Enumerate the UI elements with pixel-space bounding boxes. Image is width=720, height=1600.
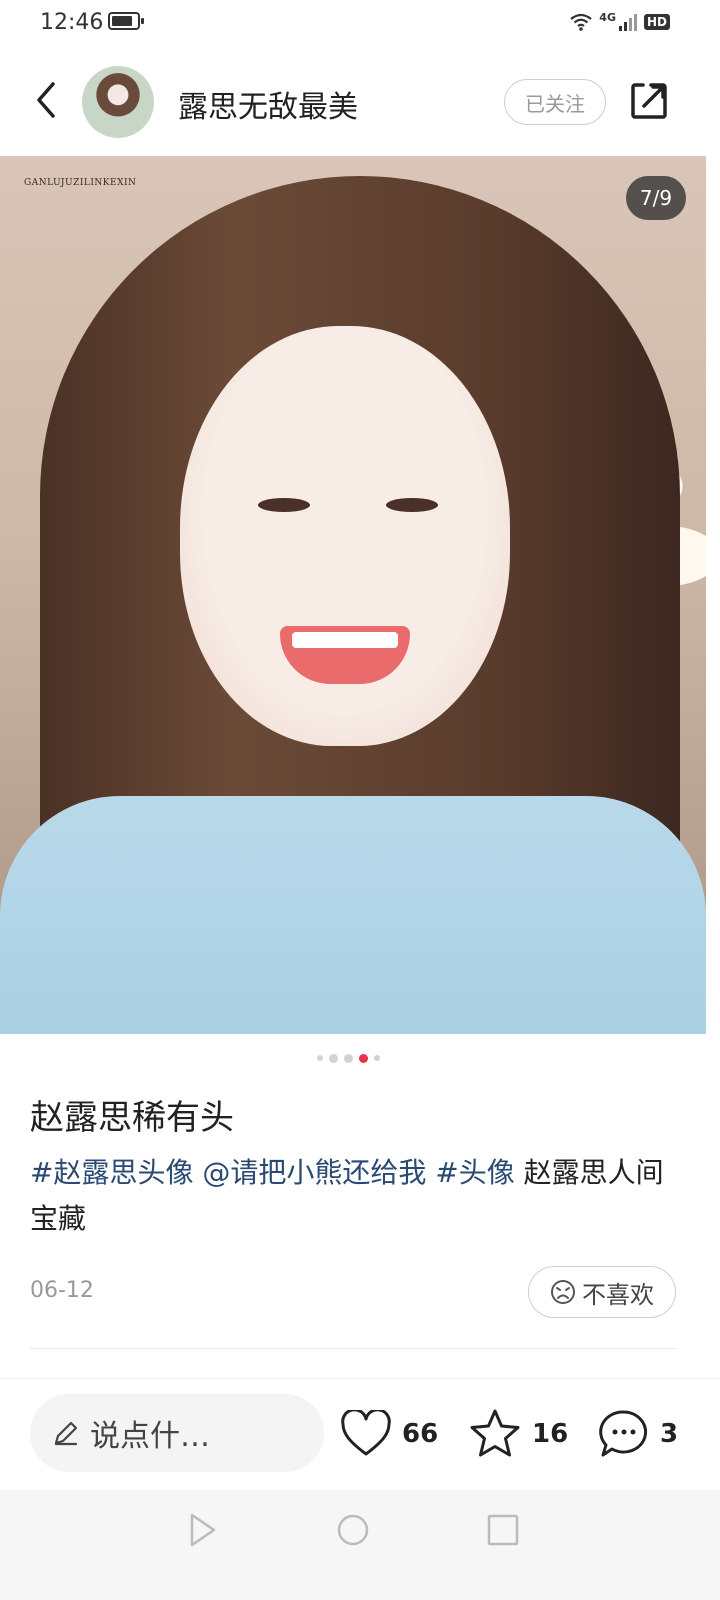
carousel-dots: [317, 1053, 380, 1063]
share-icon: [631, 83, 667, 119]
like-button[interactable]: 66: [340, 1404, 438, 1464]
carousel-dot: [374, 1055, 380, 1061]
nav-back-button[interactable]: [180, 1508, 224, 1552]
nav-back-icon: [190, 1513, 216, 1547]
nav-recent-button[interactable]: [481, 1508, 525, 1552]
comment-count: 3: [660, 1419, 679, 1449]
nav-home-icon: [337, 1514, 369, 1546]
comment-input[interactable]: 说点什…: [30, 1394, 324, 1472]
back-icon: [37, 82, 55, 118]
pencil-icon: [54, 1421, 78, 1446]
comment-icon: [599, 1410, 648, 1457]
signal-icon: [618, 14, 637, 31]
post-description: #赵露思头像 @请把小熊还给我 #头像 赵露思人间宝藏: [30, 1150, 680, 1242]
image-watermark: GANLUJUZILINKEXIN: [24, 178, 137, 188]
comment-placeholder: 说点什…: [90, 1419, 210, 1454]
carousel-dot: [344, 1053, 353, 1063]
dislike-label: 不喜欢: [582, 1280, 654, 1309]
avatar[interactable]: [82, 66, 154, 138]
carousel-dot-active: [359, 1053, 368, 1063]
image-shirt-shape: [0, 796, 706, 1034]
page-counter: 7/9: [626, 176, 686, 220]
like-count: 66: [402, 1419, 439, 1449]
nav-home-button[interactable]: [331, 1508, 375, 1552]
carousel-dot: [317, 1055, 323, 1061]
nav-recent-icon: [487, 1514, 519, 1546]
wifi-icon: [570, 13, 592, 31]
share-button[interactable]: [624, 76, 674, 126]
back-button[interactable]: [22, 76, 70, 124]
heart-icon: [341, 1410, 391, 1456]
status-time: 12:46: [40, 10, 104, 35]
dislike-button[interactable]: 不喜欢: [528, 1266, 676, 1318]
follow-button[interactable]: 已关注: [504, 79, 606, 125]
username[interactable]: 露思无敌最美: [178, 82, 358, 126]
star-icon: [470, 1409, 520, 1457]
carousel-dot: [329, 1053, 338, 1063]
emoji-sad-icon: [551, 1280, 575, 1304]
hashtag-link[interactable]: #头像: [435, 1156, 514, 1189]
post-date: 06-12: [30, 1278, 94, 1303]
network-type: 4G: [599, 10, 616, 24]
battery-icon: [108, 12, 144, 30]
divider: [30, 1348, 676, 1349]
hd-badge: HD: [643, 14, 670, 30]
mention-link[interactable]: @请把小熊还给我: [202, 1156, 426, 1189]
post-image[interactable]: GANLUJUZILINKEXIN 7/9: [0, 156, 706, 1034]
favorite-button[interactable]: 16: [468, 1404, 568, 1464]
image-face-shape: [180, 326, 510, 746]
status-icons: 4G HD: [569, 10, 670, 34]
comment-button[interactable]: 3: [598, 1404, 678, 1464]
post-title: 赵露思稀有头: [30, 1098, 234, 1138]
favorite-count: 16: [532, 1419, 569, 1449]
hashtag-link[interactable]: #赵露思头像: [30, 1156, 193, 1189]
